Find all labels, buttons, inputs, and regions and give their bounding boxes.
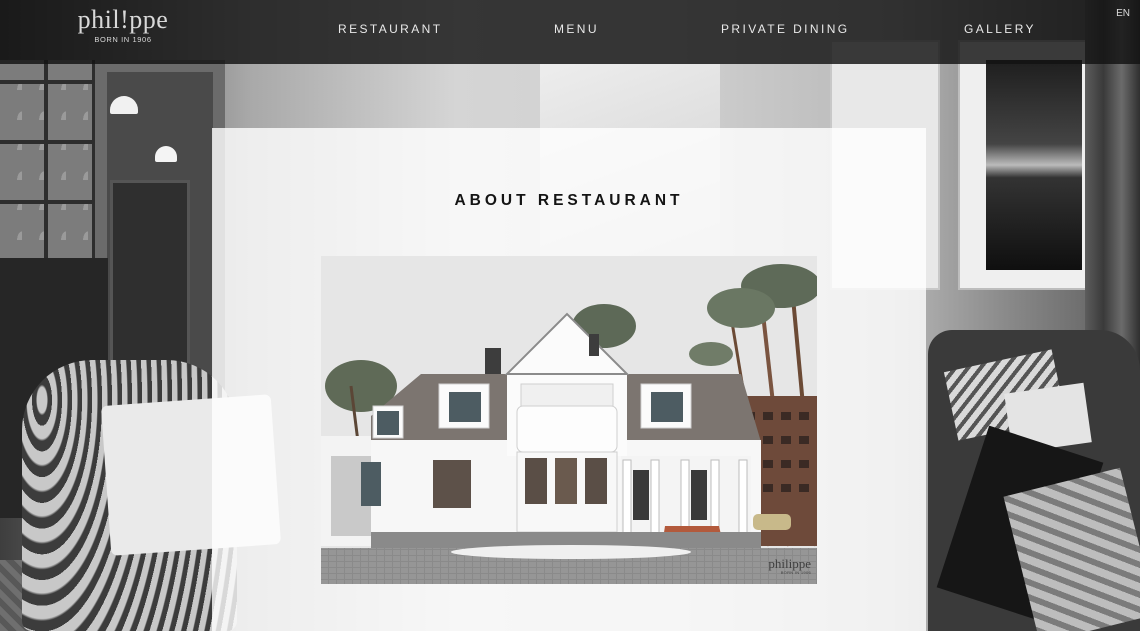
brand-logo-tagline: BORN IN 1906	[94, 35, 152, 44]
bg-lamp	[155, 146, 177, 162]
top-navigation-bar: phil!ppe BORN IN 1906 RESTAURANT MENU PR…	[0, 0, 1140, 64]
bg-framed-photo	[986, 60, 1082, 270]
bg-door-panel	[110, 180, 190, 380]
brand-logo[interactable]: phil!ppe BORN IN 1906	[77, 5, 169, 45]
brand-logo-name: phil!ppe	[77, 5, 169, 34]
villa-illustration	[321, 256, 817, 584]
about-heading: ABOUT RESTAURANT	[454, 192, 684, 209]
language-switcher[interactable]: EN	[1116, 8, 1130, 19]
restaurant-building-photo: philippe BORN IN 1906	[321, 256, 817, 584]
nav-gallery[interactable]: GALLERY	[964, 22, 1036, 36]
nav-restaurant[interactable]: RESTAURANT	[338, 22, 442, 36]
nav-menu[interactable]: MENU	[554, 22, 599, 36]
photo-watermark-name: philippe	[768, 556, 811, 571]
bg-lattice-window	[0, 60, 95, 260]
photo-watermark-logo: philippe BORN IN 1906	[768, 557, 811, 575]
nav-private-dining[interactable]: PRIVATE DINING	[721, 22, 850, 36]
